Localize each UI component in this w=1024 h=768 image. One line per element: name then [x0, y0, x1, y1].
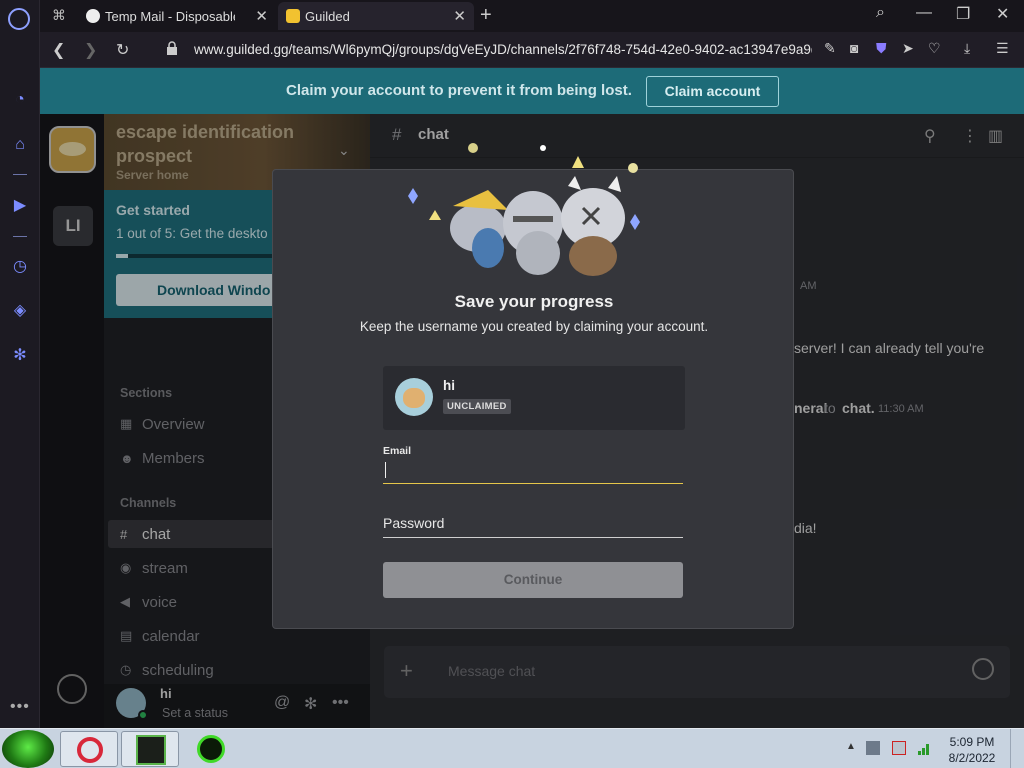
clock-date: 8/2/2022 — [948, 751, 996, 765]
easy-setup-icon[interactable]: ☰ — [996, 40, 1009, 57]
banner-text: Claim your account to prevent it from be… — [286, 82, 632, 99]
guilded-favicon-icon — [286, 9, 300, 23]
sidebar-divider — [13, 174, 27, 175]
reload-button[interactable]: ↻ — [116, 40, 129, 60]
claim-banner: Claim your account to prevent it from be… — [40, 68, 1024, 114]
restore-button[interactable]: ❐ — [956, 4, 970, 24]
action-center-icon[interactable] — [892, 741, 906, 755]
history-icon[interactable]: ◷ — [10, 257, 30, 277]
signal-icon[interactable] — [918, 741, 932, 755]
minimize-button[interactable]: — — [916, 4, 932, 22]
avatar — [395, 378, 433, 416]
heart-icon[interactable]: ♡ — [928, 40, 941, 57]
knights-illustration — [408, 143, 640, 276]
new-tab-button[interactable]: + — [480, 4, 492, 27]
windows-taskbar: ▲ 5:09 PM 8/2/2022 — [0, 728, 1024, 768]
more-icon[interactable]: ••• — [10, 698, 30, 716]
workspace-icon[interactable]: ⌘ — [52, 7, 66, 24]
tray-expand-icon[interactable]: ▲ — [846, 741, 856, 752]
close-icon[interactable]: ✕ — [453, 7, 466, 25]
lock-icon — [167, 41, 177, 55]
url-field[interactable]: www.guilded.gg/teams/Wl6pymQj/groups/dgV… — [194, 42, 812, 57]
account-card: hi UNCLAIMED — [383, 366, 685, 430]
edit-icon[interactable]: ✎ — [824, 40, 836, 57]
extensions-icon[interactable]: ◈ — [10, 301, 30, 321]
camera-icon[interactable]: ◙ — [850, 40, 858, 56]
tab-title: Temp Mail - Disposable Te — [105, 8, 235, 24]
tab-bar: ⌘ Temp Mail - Disposable Te ✕ Guilded ✕ … — [40, 0, 1024, 32]
tab-temp-mail[interactable]: Temp Mail - Disposable Te ✕ — [78, 2, 276, 30]
media-player-icon[interactable] — [197, 735, 225, 763]
tab-guilded[interactable]: Guilded ✕ — [278, 2, 474, 30]
shopping-bag-icon[interactable]: ⌂ — [10, 135, 30, 155]
settings-icon[interactable]: ✻ — [10, 346, 30, 366]
modal-subtitle: Keep the username you created by claimin… — [359, 319, 709, 334]
back-button[interactable]: ❮ — [52, 40, 65, 60]
account-name: hi — [443, 378, 455, 393]
status-badge: UNCLAIMED — [443, 399, 511, 414]
close-window-button[interactable]: ✕ — [996, 4, 1009, 24]
show-desktop-button[interactable] — [1010, 729, 1024, 768]
taskbar-app[interactable] — [121, 731, 179, 767]
opera-sidebar: ◔ ⌂ ▶ ◷ ◈ ✻ ••• — [0, 0, 40, 728]
sidebar-divider — [13, 236, 27, 237]
forward-button[interactable]: ❯ — [84, 40, 97, 60]
modal-title: Save your progress — [454, 292, 614, 311]
close-icon[interactable]: ✕ — [255, 7, 268, 25]
claim-account-button[interactable]: Claim account — [646, 76, 779, 107]
opera-icon — [77, 737, 103, 763]
search-tabs-icon[interactable]: ⌕ — [876, 4, 885, 22]
game-app-icon — [136, 735, 166, 765]
send-icon[interactable]: ➤ — [902, 40, 914, 57]
player-icon[interactable]: ▶ — [10, 196, 30, 216]
email-field[interactable] — [383, 458, 683, 484]
taskbar-opera[interactable] — [60, 731, 118, 767]
tab-title: Guilded — [305, 8, 350, 24]
download-icon[interactable]: ⤓ — [964, 40, 970, 57]
text-caret — [385, 462, 386, 478]
email-label: Email — [383, 445, 412, 457]
start-button[interactable] — [2, 730, 54, 768]
address-bar: ❮ ❯ ↻ www.guilded.gg/teams/Wl6pymQj/grou… — [40, 32, 1024, 68]
continue-button[interactable]: Continue — [383, 562, 683, 598]
clock-time: 5:09 PM — [949, 735, 995, 749]
globe-icon — [86, 9, 100, 23]
password-label: Password — [383, 515, 445, 531]
save-progress-modal: Save your progress Keep the username you… — [272, 143, 794, 629]
vpn-shield-icon[interactable]: ⛊ — [876, 40, 887, 57]
network-icon[interactable] — [866, 741, 880, 755]
system-clock[interactable]: 5:09 PM 8/2/2022 — [942, 734, 1002, 766]
opera-menu-icon[interactable] — [8, 8, 30, 30]
speed-dial-icon[interactable]: ◔ — [10, 90, 30, 110]
